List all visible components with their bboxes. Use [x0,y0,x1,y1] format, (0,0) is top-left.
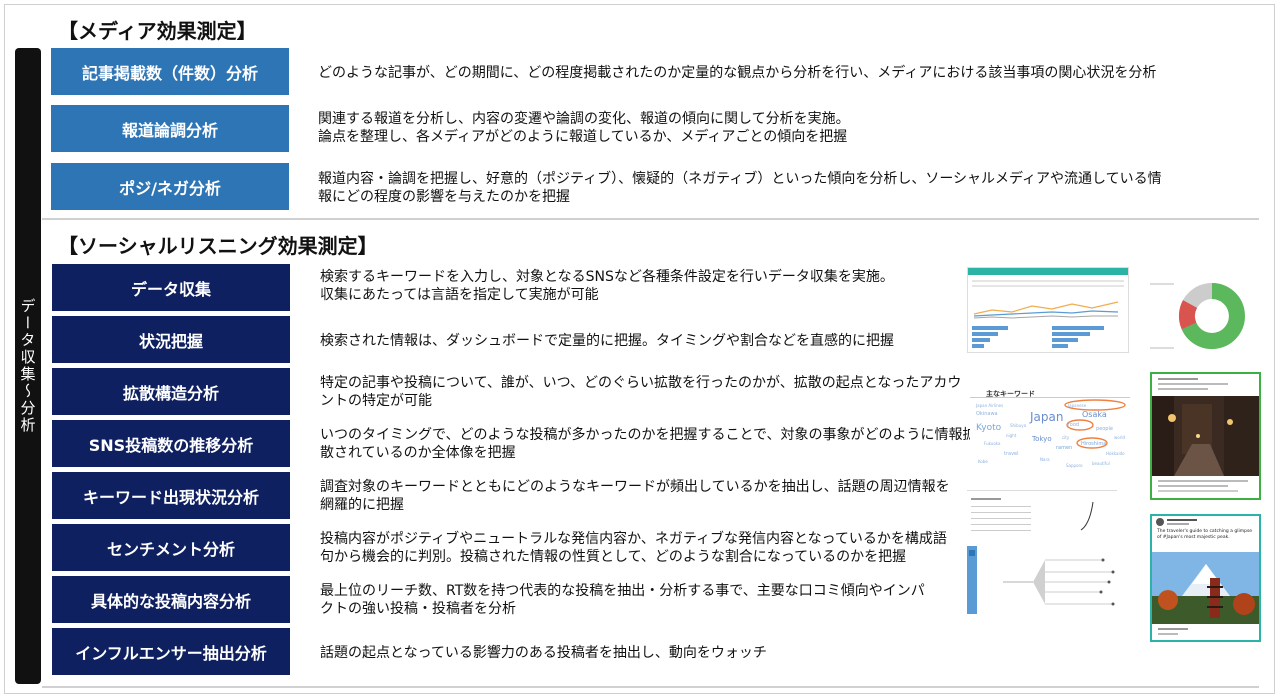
dashboard-thumbnail-image [968,268,1128,348]
kyoto-street-photo [1152,378,1259,492]
media-desc-tone-line2: 論点を整理し、各メディアがどのように報道しているか、メディアごとの傾向を把握 [318,129,848,145]
social-desc-keyword-line1: 調査対象のキーワードとともにどのようなキーワードが頻出しているかを抽出し、話題の… [320,479,950,495]
wordcloud-word: Okinawa [976,411,998,417]
side-label-bar: データ収集〜分析 [15,48,41,684]
wordcloud-word: Shibuya [1010,423,1027,428]
social-desc-data-collection-line1: 検索するキーワードを入力し、対象となるSNSなど各種条件設定を行いデータ収集を実… [320,269,894,285]
social-label-data-collection: データ収集 [52,264,290,311]
social-desc-diffusion-line1: 特定の記事や投稿について、誰が、いつ、どのぐらい拡散を行ったのかが、拡散の起点と… [320,375,962,391]
social-label-diffusion: 拡散構造分析 [52,368,290,415]
social-desc-sentiment-line2: 句から機会的に判別。投稿された情報の性質として、どのような割合になっているのかを… [320,549,907,565]
wordcloud-word: night [1006,433,1017,438]
social-desc-sentiment-line1: 投稿内容がポジティブやニュートラルな発信内容か、ネガティブな発信内容となっている… [320,531,947,547]
social-desc-post-content-line2: クトの強い投稿・投稿者を分析 [320,601,516,617]
wordcloud-word: Kyoto [976,423,1002,433]
wordcloud-word: Japan [1030,410,1064,424]
media-label-tone: 報道論調分析 [51,105,289,152]
wordcloud-word: Kobe [978,459,988,464]
media-label-posneg: ポジ/ネガ分析 [51,163,289,210]
social-label-influencer: インフルエンサー抽出分析 [52,628,290,675]
wordcloud-word: Fukuoka [984,441,1001,446]
tweet-text: The traveler's guide to catching a glimp… [1157,529,1253,540]
wordcloud-word: Japan Airlines [976,403,1004,408]
social-desc-post-trend-line1: いつのタイミングで、どのような投稿が多かったのかを把握することで、対象の事象がど… [320,427,977,443]
social-desc-post-trend-line2: 散されているのか全体像を把握 [320,445,516,461]
section-divider [42,218,1259,220]
diffusion-tree-thumbnail [963,486,1130,620]
wordcloud-word: travel [1004,451,1019,457]
social-desc-diffusion-line2: ントの特定が可能 [320,393,432,409]
dashboard-screenshot [967,267,1129,353]
wordcloud-word: Tokyo [1032,435,1052,443]
social-label-post-content: 具体的な投稿内容分析 [52,576,290,623]
diffusion-tree-image [967,490,1117,614]
wordcloud-word: world [1114,435,1126,440]
wordcloud-word: city [1062,435,1070,440]
media-desc-article-count: どのような記事が、どの期間に、どの程度掲載されたのか定量的な観点から分析を行い、… [318,65,1157,81]
wordcloud-word: ramen [1056,445,1073,451]
tweet-thumbnail: The traveler's guide to catching a glimp… [1150,514,1261,642]
wordcloud-word: people [1096,426,1113,432]
wordcloud-word: Hiroshima [1081,441,1107,447]
social-desc-influencer: 話題の起点となっている影響力のある投稿者を抽出し、動向をウォッチ [320,645,767,661]
wordcloud-word: Sapporo [1066,463,1083,468]
wordcloud-thumbnail: 主なキーワード Japan Osaka Kyoto Tokyo people H… [970,383,1130,478]
social-desc-situation: 検索された情報は、ダッシュボードで定量的に把握。タイミングや割合などを直感的に把… [320,333,894,349]
donut-chart-thumbnail [1146,277,1258,353]
media-desc-posneg-line1: 報道内容・論調を把握し、好意的（ポジティブ）、懐疑的（ネガティブ）といった傾向を… [318,171,1162,187]
wordcloud-word: Nara [1040,457,1050,462]
media-desc-posneg-line2: 報にどの程度の影響を与えたのかを把握 [318,189,570,205]
wordcloud-word: food [1068,422,1080,428]
media-desc-tone-line1: 関連する報道を分析し、内容の変遷や論調の変化、報道の傾向に関して分析を実施。 [318,111,850,127]
side-label: データ収集〜分析 [18,298,37,434]
bottom-divider [42,686,1259,688]
social-label-keyword: キーワード出現状況分析 [52,472,290,519]
social-desc-post-content-line1: 最上位のリーチ数、RT数を持つ代表的な投稿を抽出・分析する事で、主要な口コミ傾向… [320,583,925,599]
media-section-title: 【メディア効果測定】 [58,19,257,43]
social-desc-keyword-line2: 網羅的に把握 [320,497,404,513]
wordcloud-word: beautiful [1092,461,1110,466]
wordcloud-word: Japanese [1068,403,1087,408]
social-label-situation: 状況把握 [52,316,290,363]
social-label-post-trend: SNS投稿数の推移分析 [52,420,290,467]
wordcloud-word: Hokkaido [1106,451,1125,456]
social-desc-data-collection-line2: 収集にあたっては言語を指定して実施が可能 [320,287,599,303]
instagram-post-thumbnail [1150,372,1261,500]
donut-chart-image [1150,283,1245,349]
social-label-sentiment: センチメント分析 [52,524,290,571]
wordcloud-word: Osaka [1082,410,1107,419]
media-label-article-count: 記事掲載数（件数）分析 [51,48,289,95]
social-section-title: 【ソーシャルリスニング効果測定】 [58,234,378,258]
